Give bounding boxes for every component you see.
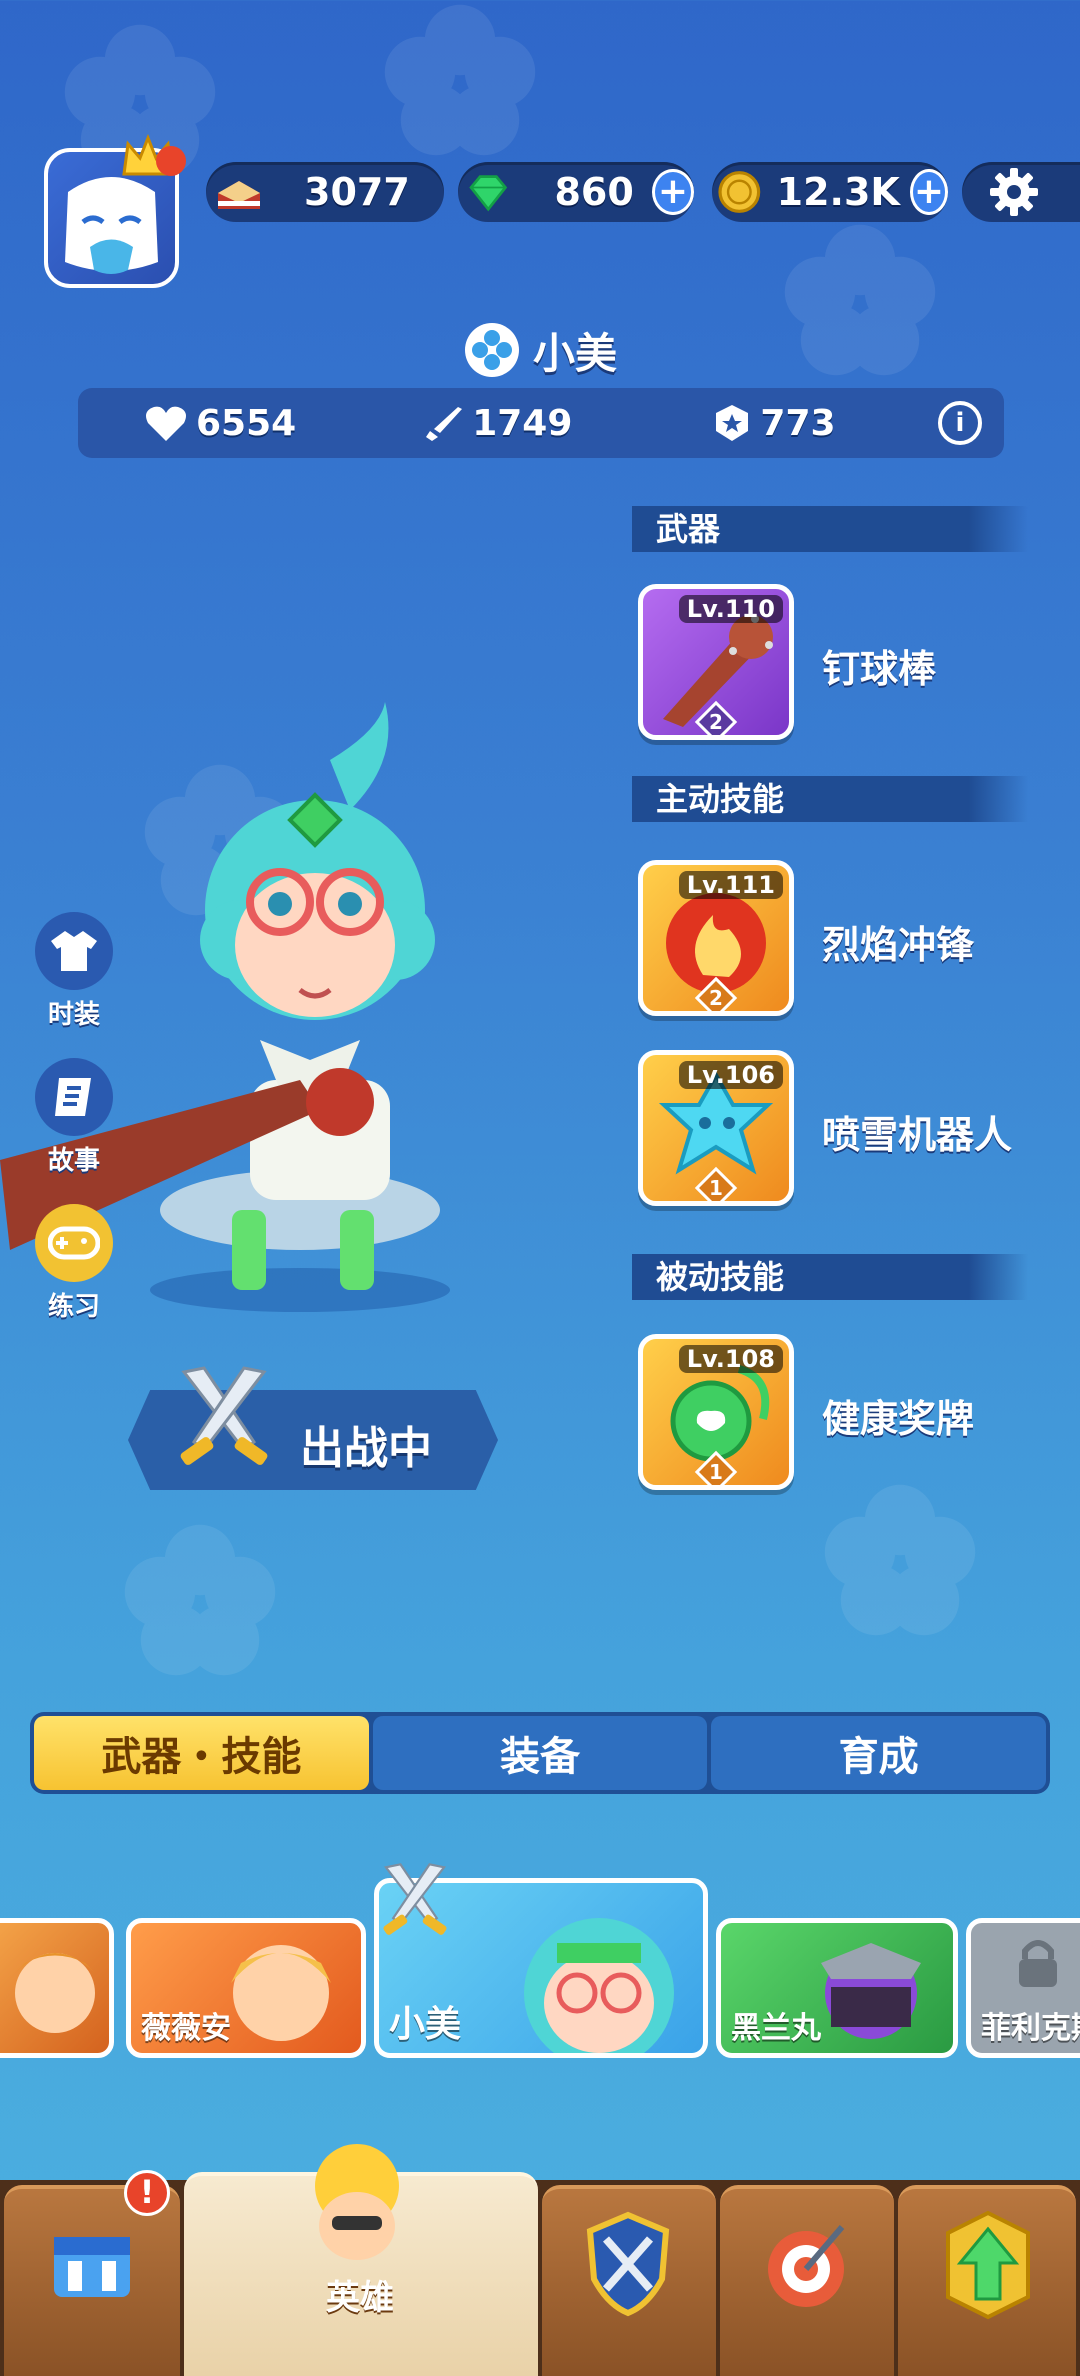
gem-icon — [469, 175, 508, 212]
lock-icon — [1019, 1940, 1057, 1987]
active-skill-2-card[interactable]: Lv.106 1 — [638, 1050, 794, 1206]
nav-battle[interactable] — [542, 2185, 716, 2376]
add-coins-button[interactable]: + — [909, 169, 948, 215]
selected-swords-icon — [383, 1863, 447, 1935]
background-flower — [124, 1524, 276, 1676]
target-icon — [768, 2225, 845, 2307]
passive-skill-name: 健康奖牌 — [822, 1397, 975, 1441]
hero-card-name: 小美 — [389, 2004, 462, 2045]
crossed-swords-icon — [180, 1366, 268, 1465]
nav-heroes-label: 英雄 — [326, 2278, 394, 2318]
notification-dot — [156, 146, 186, 176]
hero-stats-bar: 6554 1749 773 i — [78, 388, 1004, 458]
coin-value: 12.3K — [776, 170, 900, 214]
hero-portrait — [15, 1953, 95, 2033]
heart-icon — [146, 406, 186, 441]
power-value: 773 — [760, 402, 836, 444]
background-flower — [824, 1484, 976, 1636]
coin-resource[interactable]: 12.3K + — [712, 162, 948, 222]
sword-icon — [426, 407, 463, 441]
deploy-status-label: 出战中 — [300, 1423, 432, 1474]
hero-card-name: 菲利克斯 — [981, 2011, 1080, 2046]
badge-star-icon — [716, 405, 749, 441]
settings-button[interactable] — [962, 162, 1080, 222]
active-skill-2-level: Lv.106 — [678, 1061, 783, 1089]
gem-value: 860 — [554, 170, 634, 214]
story-button[interactable]: 故事 — [34, 1058, 114, 1177]
hero-nav-icon — [315, 2144, 399, 2260]
costume-circle — [35, 912, 113, 990]
costume-button[interactable]: 时装 — [34, 912, 114, 1031]
health-stat: 6554 — [144, 403, 296, 444]
practice-label: 练习 — [47, 1292, 100, 1322]
active-skill-1-card[interactable]: Lv.111 2 — [638, 860, 794, 1016]
hero-name-row: 小美 — [0, 320, 1080, 380]
passive-skill-star-value: 1 — [709, 1460, 723, 1484]
weapon-level: Lv.110 — [678, 595, 783, 623]
passive-skill-section-header: 被动技能 — [632, 1254, 1028, 1300]
practice-circle — [35, 1204, 113, 1282]
hero-card-felix-locked[interactable]: 菲利克斯 — [966, 1918, 1080, 2058]
passive-skill-card[interactable]: Lv.108 1 — [638, 1334, 794, 1490]
cake-resource[interactable]: 3077 — [206, 162, 444, 222]
active-skill-1-level: Lv.111 — [678, 871, 783, 899]
gem-resource[interactable]: 860 + — [458, 162, 694, 222]
health-value: 6554 — [196, 402, 297, 444]
power-stat: 773 — [712, 402, 836, 444]
hero-card-vivian[interactable]: 薇薇安 — [126, 1918, 366, 2058]
hero-card-name: 黑兰丸 — [731, 2011, 821, 2046]
passive-skill-level: Lv.108 — [678, 1345, 783, 1373]
weapon-star-value: 2 — [709, 710, 723, 734]
tab-weapon-skills[interactable]: 武器・技能 — [34, 1716, 369, 1790]
info-button[interactable]: i — [938, 401, 982, 445]
cake-value: 3077 — [304, 170, 410, 214]
hero-card-partial[interactable] — [0, 1918, 114, 2058]
active-skill-2-star-value: 1 — [709, 1176, 723, 1200]
weapon-section-header: 武器 — [632, 506, 1028, 552]
coin-icon — [718, 171, 761, 213]
shirt-icon — [51, 931, 97, 971]
active-skill-section-header: 主动技能 — [632, 776, 1028, 822]
weapon-card[interactable]: Lv.110 2 — [638, 584, 794, 740]
gear-icon — [990, 168, 1038, 216]
shop-alert-icon: ! — [124, 2170, 170, 2216]
hero-card-kuranmaru[interactable]: 黑兰丸 — [716, 1918, 958, 2058]
nav-upgrade[interactable] — [898, 2185, 1076, 2376]
gamepad-icon — [48, 1226, 100, 1260]
hero-class-icon — [464, 323, 519, 377]
background-flower — [384, 4, 536, 156]
tab-training[interactable]: 育成 — [711, 1716, 1047, 1790]
weapon-name: 钉球棒 — [822, 647, 937, 691]
tab-equipment[interactable]: 装备 — [372, 1716, 708, 1790]
active-skill-2-name: 喷雪机器人 — [822, 1113, 1013, 1157]
nav-events[interactable] — [720, 2185, 894, 2376]
story-label: 故事 — [47, 1146, 100, 1176]
attack-stat: 1749 — [424, 403, 572, 444]
battle-shield-icon — [586, 2211, 670, 2317]
cake-icon — [218, 181, 260, 209]
story-circle — [35, 1058, 113, 1136]
shop-icon — [54, 2237, 130, 2297]
costume-label: 时装 — [47, 1000, 100, 1030]
hero-card-name: 薇薇安 — [141, 2011, 231, 2046]
active-skill-1-star-value: 2 — [709, 986, 723, 1010]
scroll-icon — [55, 1078, 91, 1116]
active-skill-1-name: 烈焰冲锋 — [822, 923, 975, 967]
hero-tabs: 武器・技能 装备 育成 — [30, 1712, 1050, 1794]
upgrade-arrow-icon — [946, 2210, 1030, 2320]
practice-button[interactable]: 练习 — [34, 1204, 114, 1323]
hero-name: 小美 — [532, 328, 617, 378]
add-gems-button[interactable]: + — [651, 169, 694, 215]
attack-value: 1749 — [472, 402, 573, 444]
